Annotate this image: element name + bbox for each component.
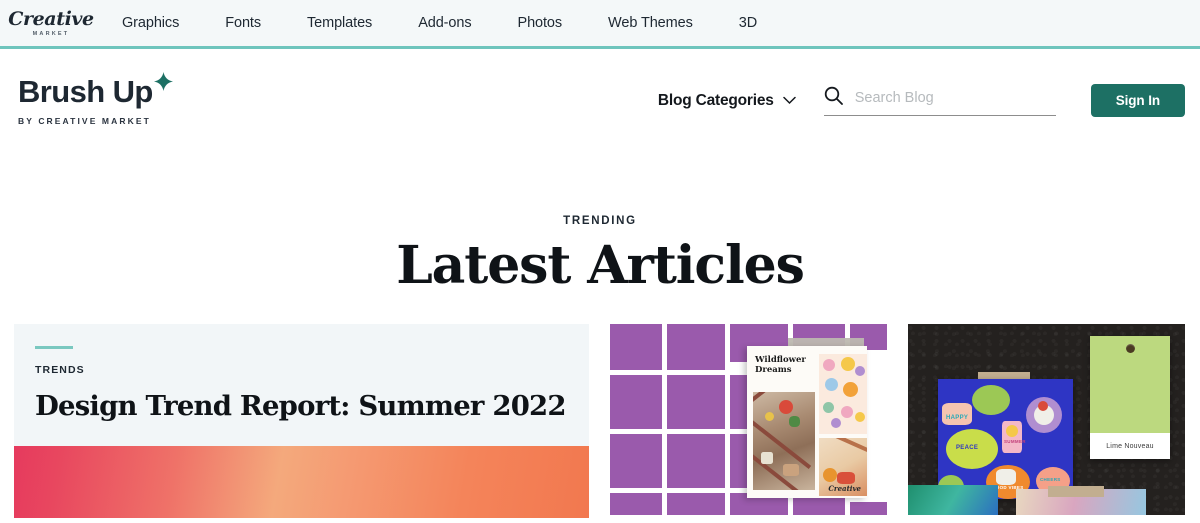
blog-categories-dropdown[interactable]: Blog Categories	[658, 92, 796, 110]
article-card-kicker: TRENDS	[35, 363, 85, 376]
search-icon	[824, 86, 843, 110]
blog-categories-label: Blog Categories	[657, 91, 774, 109]
nav-item-3d[interactable]: 3D	[739, 15, 757, 31]
sparkle-icon	[153, 71, 173, 95]
trending-section: TRENDING Latest Articles	[0, 152, 1200, 294]
brush-up-subtitle: BY CREATIVE MARKET	[18, 115, 151, 126]
poster-floral-pattern	[819, 353, 867, 434]
page-title: Latest Articles	[396, 235, 805, 296]
accent-dash	[35, 345, 73, 349]
nav-item-web-themes[interactable]: Web Themes	[608, 15, 693, 31]
search-input[interactable]	[854, 89, 1056, 106]
sign-in-button[interactable]: Sign In	[1090, 84, 1185, 117]
swatch-hole-icon	[1126, 343, 1135, 353]
nav-item-photos[interactable]: Photos	[518, 15, 563, 31]
top-navigation-bar: Creative MARKET Graphics Fonts Templates…	[0, 0, 1200, 49]
search-blog-field[interactable]	[823, 86, 1056, 116]
poster-brand: Creative	[828, 483, 861, 493]
creative-market-logo[interactable]: Creative MARKET	[8, 6, 94, 40]
creative-market-logo-script: Creative	[8, 7, 94, 30]
creative-market-logo-sub: MARKET	[32, 30, 70, 37]
sticker-label-peace: PEACE	[956, 444, 979, 451]
purple-tile-wall-image: Wildflower Dreams Creative	[610, 323, 887, 515]
bottom-tape	[1048, 485, 1104, 497]
sticker-label-summer: SUMMER	[1004, 438, 1026, 444]
brush-up-title: Brush Up	[18, 73, 153, 109]
nav-item-graphics[interactable]: Graphics	[122, 15, 179, 31]
swatch-label: Lime Nouveau	[1106, 442, 1154, 450]
poster-title: Wildflower Dreams	[755, 354, 806, 376]
article-card-design-trend-report[interactable]: TRENDS Design Trend Report: Summer 2022	[14, 323, 589, 518]
article-card-wildflower[interactable]: Wildflower Dreams Creative	[610, 323, 887, 515]
poster-photo	[753, 391, 815, 490]
blue-sticker-sheet: PEACE HAPPY SUMMER GOOD VIBES CHEERS	[938, 378, 1073, 499]
nav-item-templates[interactable]: Templates	[307, 15, 372, 31]
top-nav-items: Graphics Fonts Templates Add-ons Photos …	[122, 15, 757, 31]
sticker-label-cheers: CHEERS	[1040, 476, 1061, 482]
wildflower-dreams-poster: Wildflower Dreams Creative	[747, 345, 867, 498]
trending-eyebrow: TRENDING	[563, 215, 637, 227]
blog-header: Brush Up BY CREATIVE MARKET Blog Categor…	[0, 49, 1200, 152]
article-card-list: TRENDS Design Trend Report: Summer 2022	[0, 323, 1200, 518]
article-card-title: Design Trend Report: Summer 2022	[35, 389, 567, 422]
article-card-sticker-board[interactable]: PEACE HAPPY SUMMER GOOD VIBES CHEERS Lim…	[908, 323, 1185, 515]
paint-swatch-card: Lime Nouveau	[1090, 335, 1170, 459]
sticker-board-image: PEACE HAPPY SUMMER GOOD VIBES CHEERS Lim…	[908, 323, 1185, 515]
article-card-header: TRENDS Design Trend Report: Summer 2022	[14, 323, 589, 446]
brush-up-brand-top: Brush Up	[18, 71, 173, 109]
sticker-label-happy: HAPPY	[946, 414, 969, 421]
chevron-down-icon	[782, 92, 796, 110]
nav-item-add-ons[interactable]: Add-ons	[418, 15, 471, 31]
header-right-controls: Blog Categories Sign In	[658, 84, 1185, 117]
bottom-artwork-strip	[908, 484, 1185, 515]
brush-up-brand[interactable]: Brush Up BY CREATIVE MARKET	[18, 71, 173, 126]
summer-gradient-banner	[14, 445, 589, 518]
bottom-print-left	[908, 484, 998, 515]
nav-item-fonts[interactable]: Fonts	[225, 15, 261, 31]
